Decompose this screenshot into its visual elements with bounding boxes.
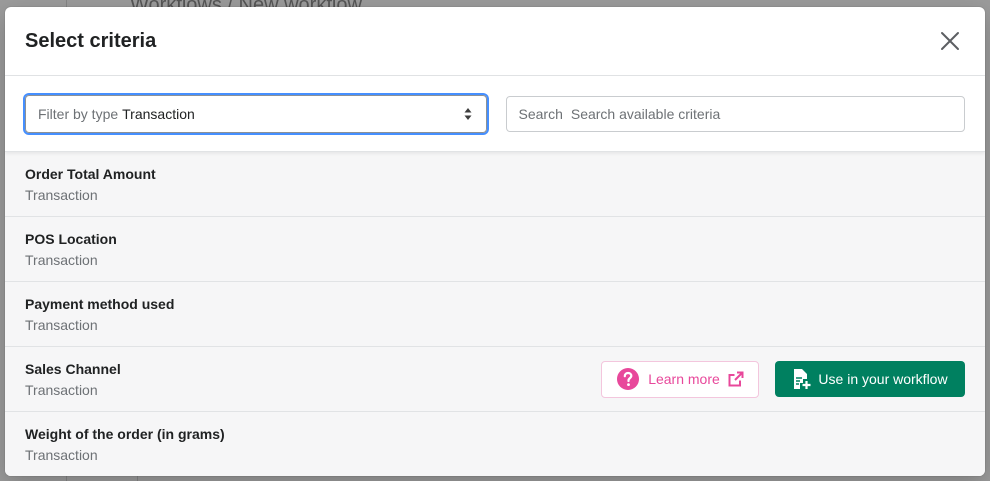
select-criteria-modal: Select criteria Filter by type Transacti… (5, 7, 985, 476)
help-icon (617, 368, 640, 390)
filter-type-value: Transaction (122, 105, 195, 122)
search-field[interactable]: Search (505, 95, 965, 132)
list-item[interactable]: Sales Channel Transaction Learn more Use… (5, 347, 985, 412)
list-item[interactable]: Order Total Amount Transaction (5, 152, 985, 217)
criteria-name: Order Total Amount (25, 165, 156, 182)
criteria-name: Payment method used (25, 295, 175, 312)
criteria-name: POS Location (25, 230, 117, 247)
learn-more-button[interactable]: Learn more (601, 360, 759, 398)
list-item-text: Payment method used Transaction (25, 296, 174, 333)
criteria-type: Transaction (25, 316, 98, 333)
list-item-text: Sales Channel Transaction (25, 361, 121, 398)
modal-title: Select criteria (25, 29, 157, 52)
criteria-list: Order Total Amount Transaction POS Locat… (5, 152, 985, 476)
list-item[interactable]: Weight of the order (in grams) Transacti… (5, 412, 985, 476)
close-button[interactable] (935, 26, 965, 56)
list-item[interactable]: POS Location Transaction (5, 217, 985, 282)
row-actions: Learn more Use in your workflow (601, 360, 965, 398)
filter-type-select[interactable]: Filter by type Transaction (25, 94, 487, 133)
criteria-name: Sales Channel (25, 360, 121, 377)
list-item[interactable]: Payment method used Transaction (5, 282, 985, 347)
search-input[interactable] (570, 105, 952, 122)
add-document-icon (794, 369, 811, 389)
criteria-type: Transaction (25, 186, 98, 203)
use-in-workflow-label: Use in your workflow (818, 371, 948, 387)
external-link-icon (728, 371, 744, 387)
filter-bar: Filter by type Transaction Search (5, 76, 985, 152)
search-label: Search (518, 105, 563, 122)
criteria-type: Transaction (25, 446, 98, 463)
criteria-type: Transaction (25, 381, 98, 398)
filter-type-label: Filter by type (38, 105, 119, 122)
use-in-workflow-button[interactable]: Use in your workflow (775, 361, 965, 397)
list-item-text: POS Location Transaction (25, 231, 117, 268)
criteria-type: Transaction (25, 251, 98, 268)
list-item-text: Order Total Amount Transaction (25, 166, 156, 203)
criteria-name: Weight of the order (in grams) (25, 425, 225, 442)
modal-header: Select criteria (5, 7, 985, 76)
learn-more-label: Learn more (648, 371, 720, 387)
list-item-text: Weight of the order (in grams) Transacti… (25, 426, 225, 463)
close-icon (941, 32, 959, 50)
select-arrows-icon (464, 107, 471, 120)
